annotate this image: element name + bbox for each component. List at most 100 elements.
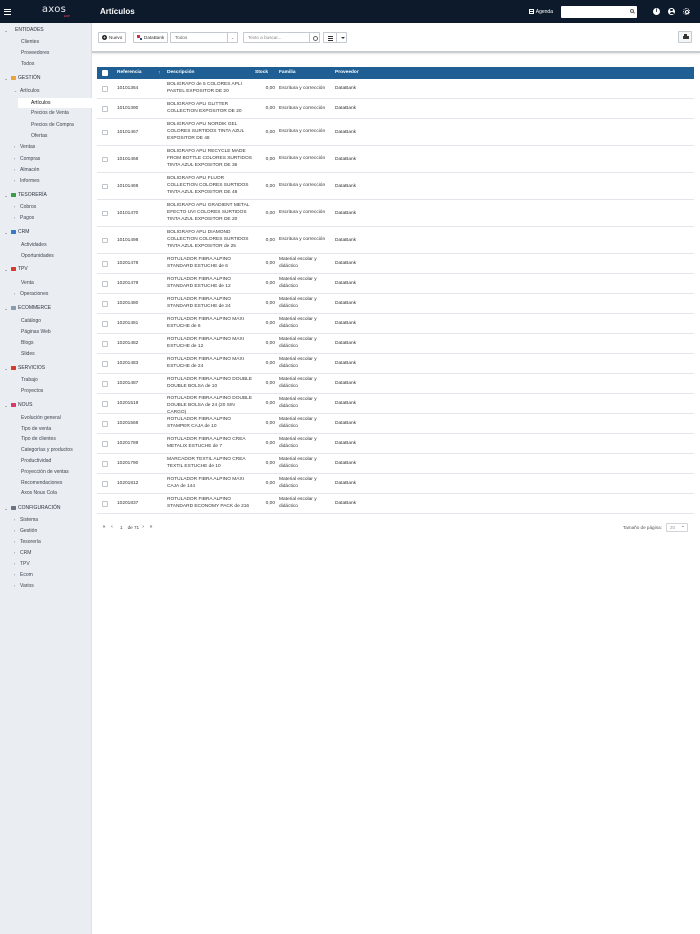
sidebar-item-5-3[interactable]: Slides xyxy=(21,349,35,359)
sidebar-section-7[interactable]: ⌄ NOUS xyxy=(0,400,32,410)
row-checkbox[interactable] xyxy=(102,86,108,92)
row-checkbox[interactable] xyxy=(102,501,108,507)
header-provider[interactable]: Proveedor xyxy=(335,67,359,79)
table-row[interactable]: 10201568 ROTULADOR FIBRA ALPINO STAMPER C… xyxy=(97,414,694,434)
sidebar-section-2[interactable]: ⌄ TESORERÍA xyxy=(0,190,47,200)
sidebar-item-0-1[interactable]: Proveedores xyxy=(21,48,49,58)
sidebar-item-1-0[interactable]: ⌄ Artículos xyxy=(14,86,39,96)
sidebar-section-0[interactable]: ⌄ ENTIDADES xyxy=(0,25,43,35)
table-row[interactable]: 10201479 ROTULADOR FIBRA ALPINO STANDARD … xyxy=(97,274,694,294)
app-logo[interactable]: axos ERP xyxy=(34,5,74,18)
sidebar-section-1[interactable]: ⌄ GESTIÓN xyxy=(0,73,40,83)
sidebar-item-8-3[interactable]: › CRM xyxy=(14,548,31,558)
table-row[interactable]: 10101498 BOLIGRAFO APLI DIAMOND COLLECTIO… xyxy=(97,227,694,254)
table-row[interactable]: 10201812 ROTULADOR FIBRA ALPINO MAXI CAJA… xyxy=(97,474,694,494)
table-row[interactable]: 10201482 ROTULADOR FIBRA ALPINO MAXI ESTU… xyxy=(97,334,694,354)
sidebar-section-3[interactable]: ⌄ CRM xyxy=(0,227,29,237)
chevron-down-icon[interactable]: ⌄ xyxy=(227,33,237,43)
chevron-down-icon[interactable]: ⌄ xyxy=(3,403,9,408)
sidebar-section-5[interactable]: ⌄ ECOMMERCE xyxy=(0,303,51,313)
header-family[interactable]: Familia xyxy=(279,67,296,79)
sidebar-item-1-3[interactable]: › Almacén xyxy=(14,165,39,175)
table-row[interactable]: 10201480 ROTULADOR FIBRA ALPINO STANDARD … xyxy=(97,294,694,314)
row-checkbox[interactable] xyxy=(102,461,108,467)
chevron-down-icon[interactable]: ⌄ xyxy=(3,366,9,371)
sidebar-subitem-1-0-1[interactable]: Precios de Venta xyxy=(31,108,69,118)
sidebar-item-8-6[interactable]: › Varios xyxy=(14,581,34,591)
sidebar-item-8-1[interactable]: › Gestión xyxy=(14,526,37,536)
sidebar-section-8[interactable]: ⌄ CONFIGURACIÓN xyxy=(0,503,60,513)
header-stock[interactable]: Stock xyxy=(255,67,268,79)
sidebar-item-1-4[interactable]: › Informes xyxy=(14,176,39,186)
sidebar-subitem-1-0-2[interactable]: Precios de Compra xyxy=(31,120,74,130)
sidebar-item-8-4[interactable]: › TPV xyxy=(14,559,30,569)
sidebar-item-7-6[interactable]: Recomendaciones xyxy=(21,478,62,488)
table-row[interactable]: 10201837 ROTULADOR FIBRA ALPINO STANDARD … xyxy=(97,494,694,514)
table-row[interactable]: 10101468 BOLIGRAFO APLI RECYCLE MADE FROM… xyxy=(97,146,694,173)
row-checkbox[interactable] xyxy=(102,301,108,307)
first-page-icon[interactable]: « xyxy=(100,524,108,530)
row-checkbox[interactable] xyxy=(102,129,108,135)
global-search-input[interactable] xyxy=(561,5,637,18)
row-checkbox[interactable] xyxy=(102,183,108,189)
sidebar-item-5-2[interactable]: Blogs xyxy=(21,338,34,348)
chevron-down-icon[interactable]: ⌄ xyxy=(3,28,9,33)
sidebar-item-1-2[interactable]: › Compras xyxy=(14,154,40,164)
chevron-down-icon[interactable]: ⌄ xyxy=(3,76,9,81)
table-row[interactable]: 10201790 MARCADOR TEXTIL ALPINO CREA TEXT… xyxy=(97,454,694,474)
sidebar-item-2-1[interactable]: › Pagos xyxy=(14,213,34,223)
sidebar-item-7-5[interactable]: Proyección de ventas xyxy=(21,467,69,477)
sidebar-item-8-5[interactable]: › Ecom xyxy=(14,570,33,580)
sidebar-item-5-0[interactable]: Catálogo xyxy=(21,316,41,326)
prev-page-icon[interactable]: ‹ xyxy=(108,524,116,530)
sidebar-subitem-1-0-3[interactable]: Ofertas xyxy=(31,131,47,141)
row-checkbox[interactable] xyxy=(102,481,108,487)
sidebar-subitem-1-0-0[interactable]: Artículos xyxy=(18,98,92,108)
sidebar-item-7-7[interactable]: Axos Nous Cola xyxy=(21,488,57,498)
row-checkbox[interactable] xyxy=(102,341,108,347)
table-row[interactable]: 10201483 ROTULADOR FIBRA ALPINO MAXI ESTU… xyxy=(97,354,694,374)
chevron-down-icon[interactable]: ⌄ xyxy=(3,230,9,235)
sidebar-section-4[interactable]: ⌄ TPV xyxy=(0,264,27,274)
row-checkbox[interactable] xyxy=(102,361,108,367)
chevron-down-icon[interactable] xyxy=(337,33,346,42)
databank-button[interactable]: DataBank xyxy=(133,32,169,43)
sidebar-item-7-4[interactable]: Productividad xyxy=(21,456,51,466)
table-row[interactable]: 10101469 BOLIGRAFO APLI FLUOR COLLECTION … xyxy=(97,173,694,200)
sidebar-item-7-1[interactable]: Tipo de venta xyxy=(21,424,51,434)
row-checkbox[interactable] xyxy=(102,156,108,162)
row-checkbox[interactable] xyxy=(102,321,108,327)
next-page-icon[interactable]: › xyxy=(139,524,147,530)
header-description[interactable]: Descripción xyxy=(167,67,194,79)
view-options-button[interactable] xyxy=(323,32,347,43)
table-row[interactable]: 10201487 ROTULADOR FIBRA ALPINO DOUBLE DO… xyxy=(97,374,694,394)
row-checkbox[interactable] xyxy=(102,281,108,287)
sidebar-item-5-1[interactable]: Páginas Web xyxy=(21,327,51,337)
list-view-icon[interactable] xyxy=(324,33,337,42)
sidebar-item-6-0[interactable]: Trabajo xyxy=(21,375,38,385)
sidebar-item-4-0[interactable]: Venta xyxy=(21,278,34,288)
row-checkbox[interactable] xyxy=(102,401,108,407)
sidebar-item-6-1[interactable]: Proyectos xyxy=(21,386,43,396)
row-checkbox[interactable] xyxy=(102,441,108,447)
table-row[interactable]: 10201789 ROTULADOR FIBRA ALPINO CREA META… xyxy=(97,434,694,454)
row-checkbox[interactable] xyxy=(102,237,108,243)
filter-select[interactable]: Todos ⌄ xyxy=(170,32,238,43)
info-icon[interactable] xyxy=(653,8,660,15)
sidebar-item-4-1[interactable]: › Operaciones xyxy=(14,289,48,299)
sidebar-item-0-2[interactable]: Todos xyxy=(21,59,34,69)
chevron-down-icon[interactable]: ⌄ xyxy=(3,506,9,511)
sidebar-item-2-0[interactable]: › Cobros xyxy=(14,202,36,212)
header-reference[interactable]: Referencia xyxy=(117,67,142,79)
search-icon[interactable] xyxy=(309,33,319,43)
row-checkbox[interactable] xyxy=(102,210,108,216)
agenda-button[interactable]: Agenda xyxy=(528,9,553,15)
menu-icon[interactable] xyxy=(4,8,18,15)
table-row[interactable]: 10201481 ROTULADOR FIBRA ALPINO MAXI ESTU… xyxy=(97,314,694,334)
sort-arrow-icon[interactable]: ↑ xyxy=(158,67,161,79)
sidebar-item-3-0[interactable]: Actividades xyxy=(21,240,47,250)
sidebar-item-7-2[interactable]: Tipo de clientes xyxy=(21,434,56,444)
sidebar-item-8-0[interactable]: › Sistema xyxy=(14,515,38,525)
print-button[interactable] xyxy=(678,31,692,43)
chevron-down-icon[interactable]: ⌄ xyxy=(3,306,9,311)
